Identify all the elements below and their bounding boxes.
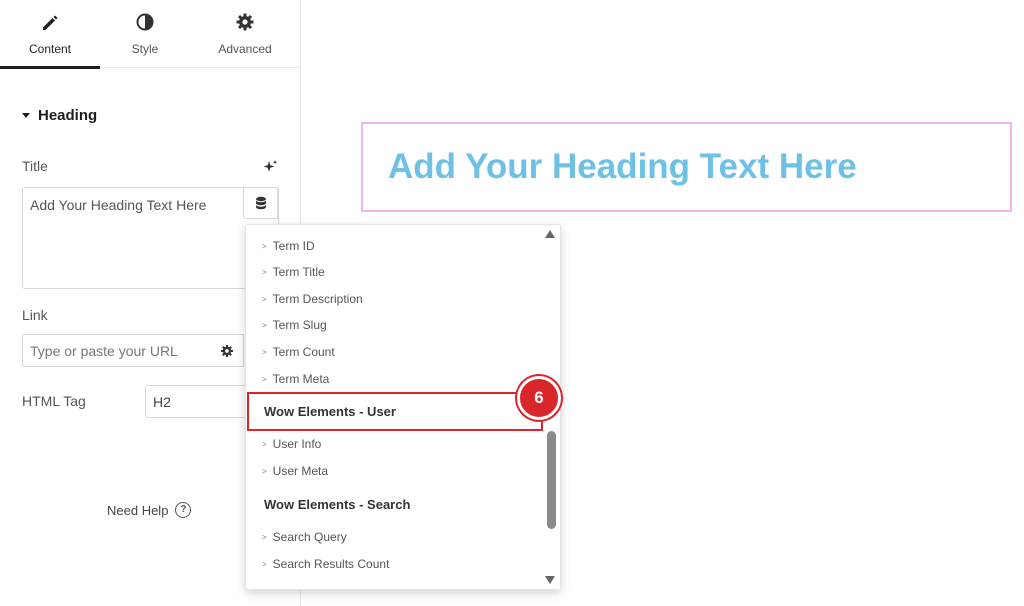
title-label: Title (22, 158, 48, 174)
dropdown-item-label: Term ID (272, 239, 315, 253)
dropdown-item-term-description[interactable]: > Term Description (262, 292, 363, 306)
scrollbar-thumb[interactable] (547, 431, 556, 529)
pencil-icon (43, 15, 58, 30)
dropdown-item-label: Search Query (272, 530, 347, 544)
dropdown-group-search: Wow Elements - Search (264, 497, 411, 512)
section-heading-toggle[interactable]: Heading (22, 107, 97, 124)
scroll-down-arrow[interactable] (545, 576, 555, 584)
tab-style[interactable]: Style (100, 0, 190, 68)
chevron-right-icon: > (262, 374, 267, 384)
dropdown-item-term-title[interactable]: > Term Title (262, 265, 325, 279)
caret-down-icon (22, 113, 30, 118)
need-help-label: Need Help (107, 502, 169, 518)
dropdown-item-label: User Meta (272, 464, 329, 478)
dropdown-item-term-count[interactable]: > Term Count (262, 345, 335, 359)
chevron-right-icon: > (262, 347, 267, 357)
question-circle-icon: ? (175, 502, 192, 518)
chevron-right-icon: > (262, 267, 267, 277)
dynamic-tags-button[interactable] (243, 187, 278, 219)
dropdown-item-label: Search Results Count (272, 557, 390, 571)
chevron-right-icon: > (262, 241, 267, 251)
dropdown-item-label: Term Meta (272, 372, 330, 386)
gear-icon (221, 344, 233, 357)
dynamic-tags-dropdown: > Term ID > Term Title > Term Descriptio… (245, 224, 561, 590)
dropdown-group-user: Wow Elements - User (264, 404, 396, 419)
section-title: Heading (38, 107, 98, 124)
dropdown-item-user-info[interactable]: > User Info (262, 437, 321, 451)
dropdown-item-label: Term Count (272, 345, 335, 359)
chevron-right-icon: > (262, 559, 267, 569)
link-options-button[interactable] (211, 334, 244, 367)
dropdown-item-label: User Info (272, 437, 322, 451)
half-circle-icon (136, 13, 154, 31)
tab-style-label: Style (131, 42, 159, 56)
dropdown-item-label: Term Title (272, 265, 325, 279)
tab-advanced[interactable]: Advanced (195, 0, 295, 68)
tab-advanced-label: Advanced (218, 42, 272, 56)
chevron-right-icon: > (262, 532, 267, 542)
tab-content-label: Content (28, 42, 72, 56)
html-tag-select[interactable]: H2 (145, 385, 255, 418)
step-badge: 6 (517, 376, 561, 420)
dropdown-item-user-meta[interactable]: > User Meta (262, 464, 328, 478)
ai-sparkle-icon[interactable] (262, 159, 278, 175)
chevron-right-icon: > (262, 439, 267, 449)
heading-text: Add Your Heading Text Here (388, 147, 857, 186)
link-label: Link (22, 307, 48, 323)
heading-widget[interactable]: Add Your Heading Text Here (361, 122, 1012, 212)
dropdown-item-search-results-count[interactable]: > Search Results Count (262, 557, 389, 571)
dropdown-item-term-slug[interactable]: > Term Slug (262, 318, 327, 332)
chevron-right-icon: > (262, 294, 267, 304)
chevron-right-icon: > (262, 466, 267, 476)
dropdown-item-label: Term Description (272, 292, 363, 306)
gear-icon (236, 13, 254, 31)
database-icon (255, 196, 266, 210)
html-tag-label: HTML Tag (22, 393, 86, 409)
chevron-right-icon: > (262, 320, 267, 330)
scroll-up-arrow[interactable] (545, 230, 555, 238)
dropdown-item-term-meta[interactable]: > Term Meta (262, 372, 329, 386)
panel-tabs: Content Style Advanced (0, 0, 301, 69)
title-textarea[interactable]: Add Your Heading Text Here (22, 187, 279, 289)
tab-content[interactable]: Content (0, 0, 100, 69)
dropdown-item-search-query[interactable]: > Search Query (262, 530, 347, 544)
need-help-link[interactable]: Need Help ? (107, 502, 192, 518)
dropdown-item-label: Term Slug (272, 318, 327, 332)
dropdown-item-term-id[interactable]: > Term ID (262, 239, 315, 253)
url-input[interactable]: Type or paste your URL (22, 334, 212, 367)
